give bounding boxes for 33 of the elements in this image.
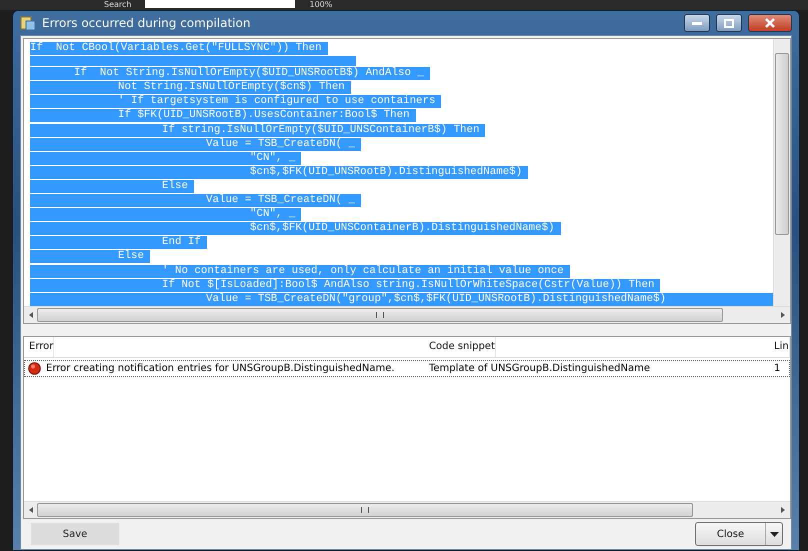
maximize-icon [724, 18, 734, 28]
column-header[interactable]: Error [24, 337, 54, 357]
scrollbar-thumb[interactable] [37, 503, 693, 517]
horizontal-scrollbar[interactable] [24, 306, 790, 323]
zoom-level: 100% [309, 0, 332, 9]
minimize-button[interactable] [684, 14, 710, 32]
error-row[interactable]: Error creating notification entries for UNSGroupB.DistinguishedName. Template of UNSGroupB.DistinguishedName 1 [24, 360, 790, 377]
scroll-right-icon[interactable] [779, 506, 787, 514]
column-header[interactable]: Code snippet [424, 337, 496, 357]
search-label: Search [104, 0, 132, 9]
close-dialog-button[interactable]: Close [696, 523, 766, 545]
table-cell-text: Template of UNSGroupB.DistinguishedName [428, 362, 651, 376]
minimize-icon [692, 21, 702, 25]
scrollbar-thumb[interactable] [37, 308, 723, 322]
scroll-left-icon[interactable] [27, 311, 35, 319]
close-button[interactable] [748, 14, 792, 32]
search-field[interactable] [145, 0, 296, 8]
caret-icon [770, 532, 778, 536]
table-cell-text: 1 [773, 362, 782, 376]
maximize-button[interactable] [716, 14, 742, 32]
vertical-scrollbar[interactable] [773, 39, 790, 306]
table-cell-text: Error creating notification entries for UNSGroupB.DistinguishedName. [45, 362, 395, 376]
scroll-left-icon[interactable] [27, 506, 35, 514]
column-header[interactable]: Lin [769, 337, 790, 357]
horizontal-scrollbar[interactable] [24, 501, 790, 518]
scroll-right-icon[interactable] [779, 311, 787, 319]
scrollbar-thumb[interactable] [775, 53, 789, 235]
code-editor[interactable] [23, 38, 791, 324]
close-icon [765, 18, 775, 28]
window-title: Errors occurred during compilation [42, 16, 252, 30]
app-icon [20, 15, 36, 31]
save-button[interactable]: Save [31, 523, 119, 545]
error-icon [28, 362, 41, 375]
